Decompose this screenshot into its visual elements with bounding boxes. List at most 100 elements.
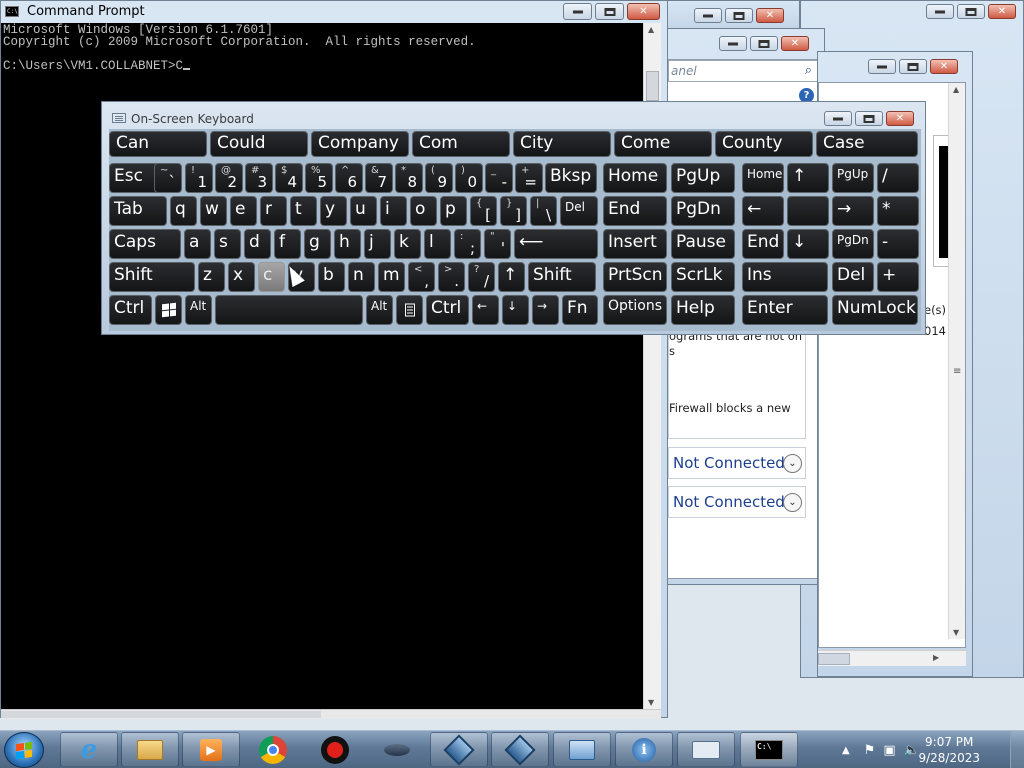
key-p[interactable]: p — [440, 196, 467, 226]
windows-explorer-button[interactable] — [121, 732, 179, 767]
clock[interactable]: 9:07 PM 9/28/2023 — [918, 734, 980, 766]
key-↑[interactable]: ↑ — [787, 163, 829, 193]
close-button[interactable]: ✕ — [756, 8, 784, 23]
media-player-button[interactable]: ▶ — [182, 732, 240, 767]
minimize-button[interactable] — [926, 4, 954, 19]
key-bksp[interactable]: Bksp — [545, 163, 597, 193]
key-'[interactable]: " ' — [484, 229, 511, 259]
prediction-city[interactable]: City — [513, 131, 611, 157]
key-pgdn[interactable]: PgDn — [832, 229, 874, 259]
maximize-button[interactable] — [957, 4, 985, 19]
key-.[interactable]: >. — [438, 262, 465, 292]
key-shift[interactable]: Shift — [528, 262, 596, 292]
key-→[interactable]: → — [832, 196, 874, 226]
horizontal-scrollbar[interactable] — [1, 709, 661, 719]
key--[interactable]: _ - — [485, 163, 513, 193]
vertical-scrollbar[interactable]: ▲ ≡ ▼ — [948, 83, 965, 639]
key-y[interactable]: y — [320, 196, 347, 226]
prediction-could[interactable]: Could — [210, 131, 308, 157]
key-c[interactable]: c — [258, 262, 285, 292]
key-pgup[interactable]: PgUp — [832, 163, 874, 193]
key-tab[interactable]: Tab — [109, 196, 167, 226]
key-fn[interactable]: Fn — [562, 295, 598, 325]
close-button[interactable]: ✕ — [988, 4, 1016, 19]
action-center-icon[interactable]: ⚑ — [864, 743, 876, 758]
key-i[interactable]: i — [380, 196, 407, 226]
key-space[interactable] — [787, 196, 829, 226]
key-h[interactable]: h — [334, 229, 361, 259]
key-0[interactable]: ) 0 — [455, 163, 483, 193]
key-/[interactable]: ? / — [468, 262, 495, 292]
maximize-button[interactable] — [595, 3, 624, 20]
key-/[interactable]: / — [877, 163, 919, 193]
network-row-2[interactable]: Not Connected ⌄ — [668, 486, 806, 518]
key-ctrl[interactable]: Ctrl — [109, 295, 152, 325]
record-button[interactable] — [306, 732, 364, 767]
prediction-com[interactable]: Com — [412, 131, 510, 157]
key-→[interactable]: → — [532, 295, 559, 325]
key-,[interactable]: <, — [408, 262, 435, 292]
key-←[interactable]: ← — [472, 295, 499, 325]
key-shift[interactable]: Shift — [109, 262, 195, 292]
key-↓[interactable]: ↓ — [787, 229, 829, 259]
network-row-1[interactable]: Not Connected ⌄ — [668, 447, 806, 479]
key-n[interactable]: n — [348, 262, 375, 292]
key-pause[interactable]: Pause — [671, 229, 735, 259]
command-prompt-button[interactable]: C:\ — [740, 732, 798, 767]
key-=[interactable]: + = — [515, 163, 543, 193]
key-pgdn[interactable]: PgDn — [671, 196, 735, 226]
show-hidden-icons[interactable]: ▲ — [842, 745, 850, 756]
key-r[interactable]: r — [260, 196, 287, 226]
key-l[interactable]: l — [424, 229, 451, 259]
key-home[interactable]: Home — [742, 163, 784, 193]
virtual-machine-button[interactable] — [491, 732, 549, 767]
maximize-button[interactable] — [750, 36, 778, 51]
maximize-button[interactable] — [725, 8, 753, 23]
key-prtscn[interactable]: PrtScn — [603, 262, 667, 292]
start-button[interactable] — [4, 732, 44, 768]
network-button[interactable] — [553, 732, 611, 767]
maximize-button[interactable] — [899, 59, 927, 74]
key-4[interactable]: $4 — [275, 163, 303, 193]
key-alt[interactable]: Alt — [366, 295, 393, 325]
key-caps[interactable]: Caps — [109, 229, 181, 259]
on-screen-keyboard-button[interactable] — [677, 732, 735, 767]
key-j[interactable]: j — [364, 229, 391, 259]
minimize-button[interactable] — [868, 59, 896, 74]
key-3[interactable]: #3 — [245, 163, 273, 193]
key-pgup[interactable]: PgUp — [671, 163, 735, 193]
close-button[interactable]: ✕ — [627, 3, 660, 20]
key-u[interactable]: u — [350, 196, 377, 226]
key-help[interactable]: Help — [671, 295, 735, 325]
horizontal-scrollbar[interactable]: ▶ — [818, 650, 966, 666]
key-*[interactable]: * — [877, 196, 919, 226]
network-tray-icon[interactable]: ▣ — [883, 743, 895, 758]
close-button[interactable]: ✕ — [781, 36, 809, 51]
key-;[interactable]: :; — [454, 229, 481, 259]
key-ins[interactable]: Ins — [742, 262, 828, 292]
connect-button[interactable]: i — [615, 732, 673, 767]
key-][interactable]: }] — [500, 196, 527, 226]
chrome-button[interactable] — [244, 732, 302, 767]
key-x[interactable]: x — [228, 262, 255, 292]
key-⟵[interactable]: ⟵ — [514, 229, 598, 259]
key-+[interactable]: + — [877, 262, 919, 292]
key-w[interactable]: w — [200, 196, 227, 226]
key-g[interactable]: g — [304, 229, 331, 259]
key-`[interactable]: ~ ` — [154, 163, 182, 193]
key-2[interactable]: @2 — [215, 163, 243, 193]
key-q[interactable]: q — [170, 196, 197, 226]
key-m[interactable]: m — [378, 262, 405, 292]
key-←[interactable]: ← — [742, 196, 784, 226]
key-k[interactable]: k — [394, 229, 421, 259]
maximize-button[interactable] — [855, 111, 883, 126]
key-scrlk[interactable]: ScrLk — [671, 262, 735, 292]
key-8[interactable]: * 8 — [395, 163, 423, 193]
key-options[interactable]: Options — [603, 295, 667, 325]
prediction-county[interactable]: County — [715, 131, 813, 157]
prediction-company[interactable]: Company — [311, 131, 409, 157]
key-end[interactable]: End — [603, 196, 667, 226]
key-b[interactable]: b — [318, 262, 345, 292]
key-a[interactable]: a — [184, 229, 211, 259]
key-insert[interactable]: Insert — [603, 229, 667, 259]
